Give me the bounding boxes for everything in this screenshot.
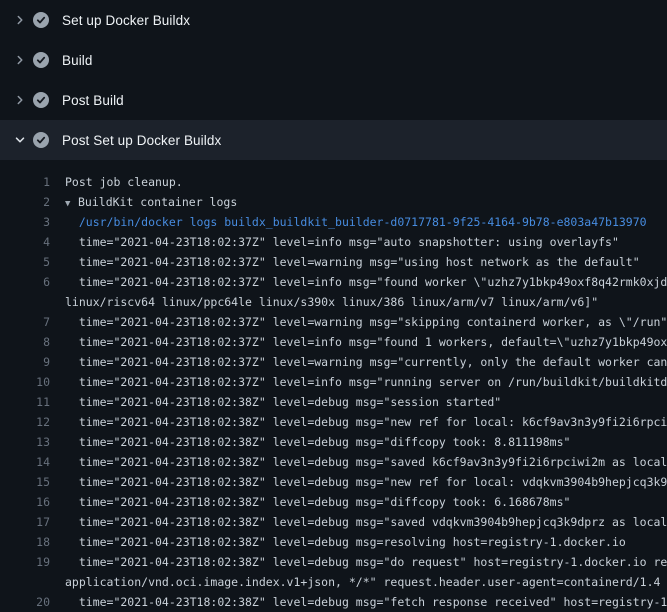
log-group-toggle[interactable]: ▼BuildKit container logs [65,192,667,212]
log-line: 11 time="2021-04-23T18:02:38Z" level=deb… [0,392,667,412]
log-line-number[interactable]: 3 [0,212,50,232]
log-line-number[interactable]: 13 [0,432,50,452]
log-line-number [0,292,50,312]
log-line: 18 time="2021-04-23T18:02:38Z" level=deb… [0,532,667,552]
chevron-down-icon [12,132,28,148]
log-line: 2 ▼BuildKit container logs [0,192,667,212]
log-line-text: time="2021-04-23T18:02:37Z" level=info m… [65,332,667,352]
log-line-number[interactable]: 7 [0,312,50,332]
log-line-number[interactable]: 9 [0,352,50,372]
log-line: 16 time="2021-04-23T18:02:38Z" level=deb… [0,492,667,512]
log-line: 6 time="2021-04-23T18:02:37Z" level=info… [0,272,667,292]
log-line: 9 time="2021-04-23T18:02:37Z" level=warn… [0,352,667,372]
step-title: Post Build [62,93,124,108]
log-line-number[interactable]: 14 [0,452,50,472]
chevron-right-icon [12,12,28,28]
check-circle-icon [33,132,49,148]
log-line: 5 time="2021-04-23T18:02:37Z" level=warn… [0,252,667,272]
log-line: 14 time="2021-04-23T18:02:38Z" level=deb… [0,452,667,472]
log-line: 12 time="2021-04-23T18:02:38Z" level=deb… [0,412,667,432]
log-line-number [0,572,50,592]
log-line-text: time="2021-04-23T18:02:38Z" level=debug … [65,472,667,492]
log-line-number[interactable]: 20 [0,592,50,612]
log-line: 19 time="2021-04-23T18:02:38Z" level=deb… [0,552,667,572]
step-row-set-up-docker-buildx[interactable]: Set up Docker Buildx [0,0,667,40]
log-line-text: time="2021-04-23T18:02:38Z" level=debug … [65,452,667,472]
log-line-number[interactable]: 15 [0,472,50,492]
log-line-continuation: linux/riscv64 linux/ppc64le linux/s390x … [0,292,667,312]
step-title: Post Set up Docker Buildx [62,133,221,148]
log-command-text: /usr/bin/docker logs buildx_buildkit_bui… [65,212,667,232]
log-line-number[interactable]: 11 [0,392,50,412]
log-line-text: time="2021-04-23T18:02:37Z" level=info m… [65,272,667,292]
log-line-number[interactable]: 6 [0,272,50,292]
log-line-text: time="2021-04-23T18:02:37Z" level=warnin… [65,352,667,372]
log-line-number[interactable]: 2 [0,192,50,212]
log-line-number[interactable]: 1 [0,172,50,192]
log-line-text: time="2021-04-23T18:02:38Z" level=debug … [65,592,667,612]
log-line-text: time="2021-04-23T18:02:38Z" level=debug … [65,432,667,452]
check-circle-icon [33,52,49,68]
log-line-number[interactable]: 10 [0,372,50,392]
log-line: 20 time="2021-04-23T18:02:38Z" level=deb… [0,592,667,612]
log-line-text: time="2021-04-23T18:02:38Z" level=debug … [65,392,667,412]
chevron-right-icon [12,52,28,68]
log-line: 7 time="2021-04-23T18:02:37Z" level=warn… [0,312,667,332]
log-line-text: time="2021-04-23T18:02:37Z" level=warnin… [65,252,667,272]
log-line-text: application/vnd.oci.image.index.v1+json,… [65,572,667,592]
step-title: Set up Docker Buildx [62,13,190,28]
step-row-build[interactable]: Build [0,40,667,80]
log-line-number[interactable]: 8 [0,332,50,352]
log-line-text: linux/riscv64 linux/ppc64le linux/s390x … [65,292,667,312]
log-line-number[interactable]: 5 [0,252,50,272]
log-line: 8 time="2021-04-23T18:02:37Z" level=info… [0,332,667,352]
log-line-text: time="2021-04-23T18:02:37Z" level=info m… [65,232,667,252]
log-line: 15 time="2021-04-23T18:02:38Z" level=deb… [0,472,667,492]
log-line: 1 Post job cleanup. [0,172,667,192]
log-line-number[interactable]: 18 [0,532,50,552]
log-line-number[interactable]: 16 [0,492,50,512]
log-line-text: time="2021-04-23T18:02:38Z" level=debug … [65,412,667,432]
log-line-text: time="2021-04-23T18:02:38Z" level=debug … [65,532,667,552]
check-circle-icon [33,92,49,108]
step-title: Build [62,53,93,68]
steps-list: Set up Docker Buildx Build Post Build Post … [0,0,667,160]
step-row-post-build[interactable]: Post Build [0,80,667,120]
log-line: 4 time="2021-04-23T18:02:37Z" level=info… [0,232,667,252]
log-line-text: time="2021-04-23T18:02:38Z" level=debug … [65,512,667,532]
log-line-text: Post job cleanup. [65,172,667,192]
log-line-number[interactable]: 19 [0,552,50,572]
log-line-number[interactable]: 12 [0,412,50,432]
log-line-number[interactable]: 4 [0,232,50,252]
log-line: 3 /usr/bin/docker logs buildx_buildkit_b… [0,212,667,232]
log-line-text: time="2021-04-23T18:02:37Z" level=warnin… [65,312,667,332]
log-content: 1 Post job cleanup. 2 ▼BuildKit container l… [0,160,667,612]
log-group-label: BuildKit container logs [78,195,237,209]
expand-triangle-icon: ▼ [65,194,78,212]
log-line-text: time="2021-04-23T18:02:38Z" level=debug … [65,552,667,572]
log-line: 17 time="2021-04-23T18:02:38Z" level=deb… [0,512,667,532]
chevron-right-icon [12,92,28,108]
step-row-post-set-up-docker-buildx[interactable]: Post Set up Docker Buildx [0,120,667,160]
log-line: 13 time="2021-04-23T18:02:38Z" level=deb… [0,432,667,452]
log-line-number[interactable]: 17 [0,512,50,532]
log-line-continuation: application/vnd.oci.image.index.v1+json,… [0,572,667,592]
log-line-text: time="2021-04-23T18:02:38Z" level=debug … [65,492,667,512]
log-line: 10 time="2021-04-23T18:02:37Z" level=inf… [0,372,667,392]
log-line-text: time="2021-04-23T18:02:37Z" level=info m… [65,372,667,392]
check-circle-icon [33,12,49,28]
